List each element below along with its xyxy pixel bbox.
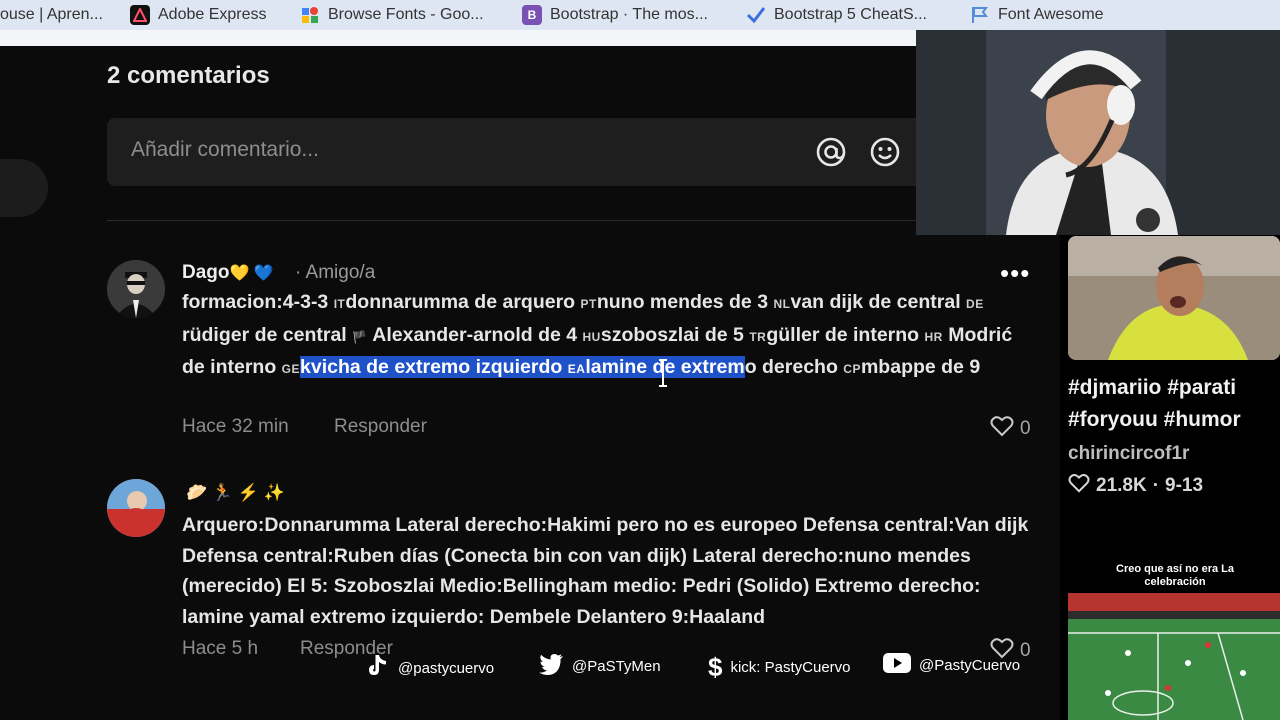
emoji-icon[interactable] <box>869 136 901 168</box>
text-cursor-icon <box>657 359 669 393</box>
divider <box>107 220 937 221</box>
webcam-feed <box>916 30 1280 235</box>
tiktok-icon <box>366 653 390 683</box>
more-options-icon[interactable]: ••• <box>1000 258 1030 289</box>
flag-icon <box>970 5 990 25</box>
video-thumbnail[interactable] <box>1068 236 1280 360</box>
avatar[interactable] <box>107 479 165 537</box>
adobe-express-icon <box>130 5 150 25</box>
bookmark-bootstrap-cheatsheet[interactable]: Bootstrap 5 CheatS... <box>746 0 927 30</box>
comment-text: formacion:4-3-3 ITdonnarumma de arquero … <box>182 291 1013 378</box>
clip-caption: Creo que así no era La celebración <box>1116 563 1234 588</box>
comment-time: Hace 5 h <box>182 638 259 659</box>
comment-relation: · Amigo/a <box>295 262 376 283</box>
add-comment-box[interactable] <box>107 118 937 186</box>
video-channel[interactable]: chirincircof1r <box>1068 443 1189 465</box>
twitter-icon <box>538 653 564 679</box>
bookmark-font-awesome[interactable]: Font Awesome <box>970 0 1104 30</box>
social-kick: $ kick: PastyCuervo <box>708 652 851 682</box>
avatar[interactable] <box>107 260 165 318</box>
social-twitter: @PaSTyMen <box>538 653 661 679</box>
comment-username[interactable]: Dago💛 💙 <box>182 262 274 284</box>
at-icon[interactable] <box>815 136 847 168</box>
video-clip-thumbnail[interactable] <box>1068 593 1280 720</box>
page-top-strip <box>0 30 916 46</box>
bookmarks-bar: ouse | Apren... Adobe Express Browse Fon… <box>0 0 1280 30</box>
comment-time: Hace 32 min <box>182 416 289 437</box>
comments-count: 2 comentarios <box>107 62 270 89</box>
dollar-icon: $ <box>708 652 723 682</box>
bootstrap-icon: B <box>522 5 542 25</box>
bookmark-bootstrap[interactable]: B Bootstrap · The mos... <box>522 0 708 30</box>
video-stats: 21.8K · 9-13 <box>1068 473 1203 499</box>
youtube-icon <box>883 653 911 677</box>
checkmark-icon <box>746 5 766 25</box>
social-tiktok: @pastycuervo <box>366 653 494 683</box>
reply-button[interactable]: Responder <box>334 416 427 438</box>
comment-text: Arquero:Donnarumma Lateral derecho:Hakim… <box>182 514 1029 628</box>
video-hashtags[interactable]: #djmariio #parati #foryouu #humor <box>1068 372 1278 436</box>
google-fonts-icon <box>300 5 320 25</box>
heart-icon <box>1068 473 1090 499</box>
bookmark-google-fonts[interactable]: Browse Fonts - Goo... <box>300 0 484 30</box>
side-nav-pill[interactable] <box>0 159 48 217</box>
comment-input[interactable] <box>131 138 731 162</box>
comments-panel: 2 comentarios Dago💛 💙 · Amigo/a ••• form… <box>0 46 1060 720</box>
social-youtube: @PastyCuervo <box>883 653 1020 677</box>
text-selection: kvicha de extremo izquierdo EAlamine de … <box>300 356 745 378</box>
comment-username[interactable]: 🥟 🏃 ⚡ ✨ <box>186 483 285 503</box>
bookmark-aprende[interactable]: ouse | Apren... <box>0 0 103 30</box>
heart-icon <box>990 415 1014 443</box>
bookmark-adobe-express[interactable]: Adobe Express <box>130 0 267 30</box>
like-button[interactable]: 0 <box>990 415 1031 443</box>
